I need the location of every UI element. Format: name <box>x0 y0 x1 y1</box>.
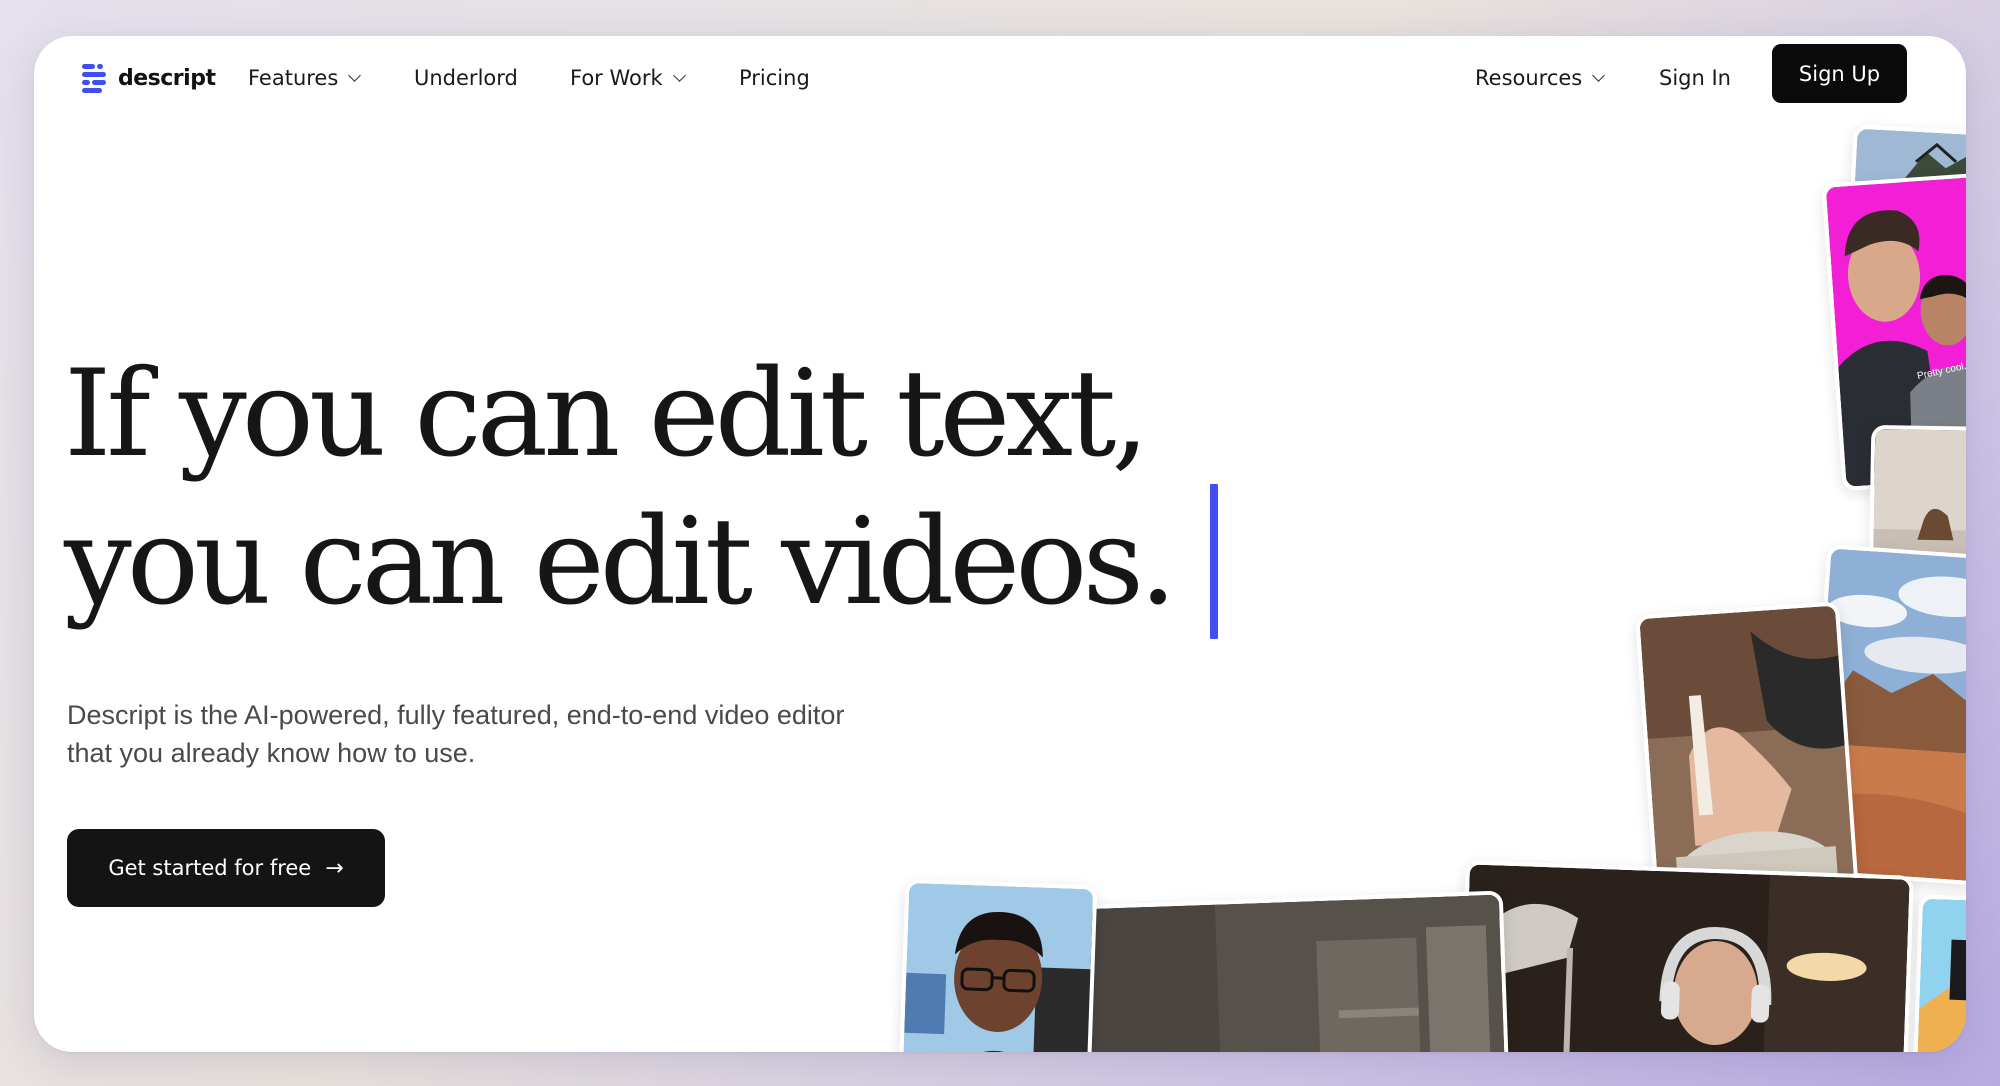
nav-resources[interactable]: Resources <box>1475 58 1606 98</box>
headline-line-1: If you can edit text, <box>64 345 1149 484</box>
presenter-image <box>902 882 1094 1052</box>
nav-for-work-label: For Work <box>570 66 663 90</box>
video-thumbnail-sliver[interactable] <box>1912 894 1966 1052</box>
descript-logo-icon <box>82 63 108 93</box>
subtext-line-2: that you already know how to use. <box>67 738 476 768</box>
headphones-image <box>1462 864 1910 1052</box>
sliver-image <box>1917 898 1966 1052</box>
text-cursor-caret <box>1210 484 1218 639</box>
sign-up-button[interactable]: Sign Up <box>1772 44 1907 103</box>
page-card: descript Features Underlord For Work Pri… <box>34 36 1966 1052</box>
subtext-line-1: Descript is the AI-powered, fully featur… <box>67 700 845 730</box>
top-navigation: descript Features Underlord For Work Pri… <box>34 36 1966 146</box>
room-image <box>1074 894 1506 1052</box>
sign-up-label: Sign Up <box>1798 61 1881 86</box>
arrow-right-icon: → <box>325 855 344 881</box>
sign-in-link[interactable]: Sign In <box>1659 58 1731 98</box>
nav-features-label: Features <box>248 66 339 90</box>
descript-logo[interactable]: descript <box>82 58 216 98</box>
chevron-down-icon <box>348 68 362 82</box>
get-started-label: Get started for free <box>108 856 312 880</box>
nav-features[interactable]: Features <box>248 58 362 98</box>
sign-in-label: Sign In <box>1659 66 1731 90</box>
nav-for-work[interactable]: For Work <box>570 58 686 98</box>
brand-name: descript <box>118 65 216 91</box>
nav-underlord[interactable]: Underlord <box>414 58 518 98</box>
nav-resources-label: Resources <box>1475 66 1583 90</box>
video-thumbnail-headphones[interactable] <box>1458 860 1914 1052</box>
hero-subtext: Descript is the AI-powered, fully featur… <box>67 696 1027 772</box>
nav-pricing-label: Pricing <box>739 66 810 90</box>
chevron-down-icon <box>672 68 686 82</box>
video-thumbnail-presenter[interactable] <box>898 878 1098 1052</box>
video-thumbnail-room[interactable] <box>1070 890 1510 1052</box>
headline-line-2: you can edit videos. <box>64 493 1177 632</box>
nav-underlord-label: Underlord <box>414 66 518 90</box>
nav-pricing[interactable]: Pricing <box>739 58 810 98</box>
chevron-down-icon <box>1592 68 1606 82</box>
get-started-button[interactable]: Get started for free → <box>67 829 385 907</box>
hero-headline: If you can edit text, you can edit video… <box>64 341 1177 637</box>
